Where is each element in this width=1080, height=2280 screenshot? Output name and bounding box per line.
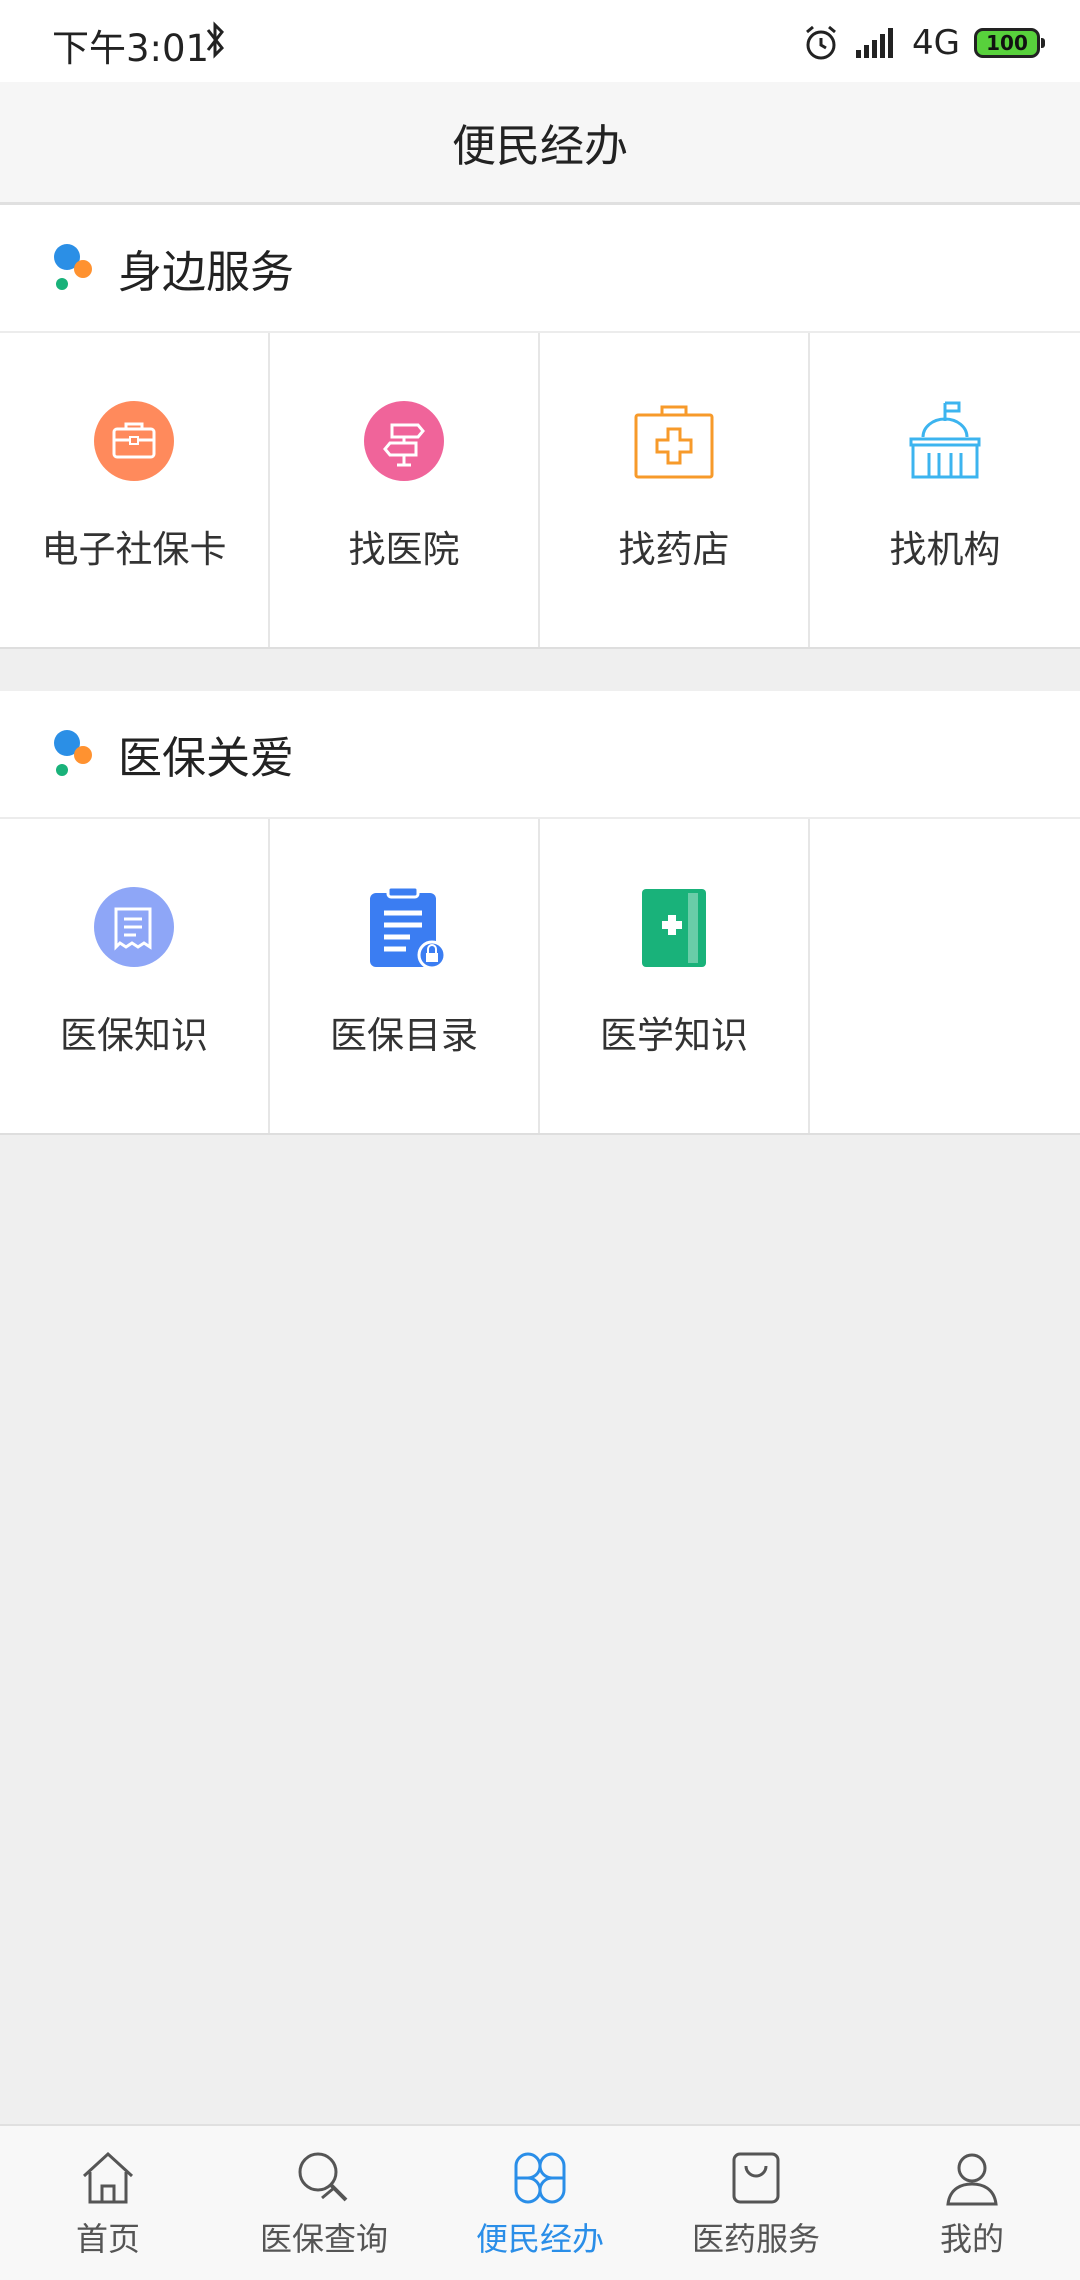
medical-book-icon bbox=[642, 889, 706, 967]
bluetooth-icon bbox=[206, 21, 224, 59]
service-item-find-pharmacy[interactable]: 找药店 bbox=[540, 333, 810, 647]
signpost-icon bbox=[364, 401, 444, 481]
signal-icon bbox=[856, 28, 894, 58]
section-dots-icon bbox=[54, 730, 94, 778]
service-label: 找医院 bbox=[348, 528, 460, 571]
status-bar: 下午3:01 4G 100 bbox=[0, 0, 1080, 82]
page-title: 便民经办 bbox=[452, 121, 628, 172]
section-title: 身边服务 bbox=[118, 247, 294, 298]
service-label: 找药店 bbox=[618, 528, 730, 571]
tab-label: 我的 bbox=[939, 2220, 1004, 2258]
service-item-medical-knowledge[interactable]: 医学知识 bbox=[540, 819, 810, 1133]
battery-icon: 100 bbox=[974, 28, 1045, 58]
bottom-tab-bar: 首页 医保查询 便民经办 医药服务 我的 bbox=[0, 2124, 1080, 2280]
service-label: 医保知识 bbox=[60, 1014, 208, 1057]
service-item-insurance-catalog[interactable]: 医保目录 bbox=[270, 819, 540, 1133]
apps-grid-icon bbox=[514, 2152, 566, 2204]
service-item-find-institution[interactable]: 找机构 bbox=[810, 333, 1080, 647]
tab-label: 首页 bbox=[75, 2220, 140, 2258]
shopping-bag-icon bbox=[732, 2152, 780, 2204]
service-item-find-hospital[interactable]: 找医院 bbox=[270, 333, 540, 647]
section-title: 医保关爱 bbox=[118, 733, 294, 784]
service-label: 医保目录 bbox=[330, 1014, 478, 1057]
service-label: 找机构 bbox=[889, 528, 1001, 571]
search-icon bbox=[298, 2152, 348, 2202]
tab-label: 便民经办 bbox=[475, 2220, 604, 2258]
section-nearby-services: 身边服务 电子社保卡 找医院 找药店 找机构 bbox=[0, 205, 1080, 649]
service-grid: 电子社保卡 找医院 找药店 找机构 bbox=[0, 333, 1080, 649]
empty-grid-cell bbox=[810, 819, 1080, 1133]
service-item-social-security-card[interactable]: 电子社保卡 bbox=[0, 333, 270, 647]
status-time: 下午3:01 bbox=[52, 27, 210, 70]
first-aid-kit-icon bbox=[634, 405, 714, 479]
home-icon bbox=[82, 2151, 134, 2204]
section-header: 身边服务 bbox=[0, 205, 1080, 333]
care-grid: 医保知识 医保目录 医学知识 bbox=[0, 819, 1080, 1135]
network-type: 4G bbox=[912, 23, 960, 63]
tab-label: 医药服务 bbox=[691, 2220, 820, 2258]
service-label: 医学知识 bbox=[600, 1014, 748, 1057]
document-icon bbox=[94, 887, 174, 967]
service-item-insurance-knowledge[interactable]: 医保知识 bbox=[0, 819, 270, 1133]
user-icon bbox=[946, 2153, 998, 2206]
section-header: 医保关爱 bbox=[0, 691, 1080, 819]
tab-label: 医保查询 bbox=[259, 2220, 388, 2258]
building-icon bbox=[909, 401, 981, 479]
tab-mine[interactable]: 我的 bbox=[864, 2126, 1080, 2280]
clipboard-icon bbox=[370, 885, 446, 969]
tab-insurance-query[interactable]: 医保查询 bbox=[216, 2126, 432, 2280]
tab-medicine-services[interactable]: 医药服务 bbox=[648, 2126, 864, 2280]
section-medical-insurance-care: 医保关爱 医保知识 医保目录 医学知识 bbox=[0, 691, 1080, 1135]
battery-level: 100 bbox=[986, 31, 1028, 55]
service-label: 电子社保卡 bbox=[41, 528, 227, 571]
tab-convenience-services[interactable]: 便民经办 bbox=[432, 2126, 648, 2280]
tab-home[interactable]: 首页 bbox=[0, 2126, 216, 2280]
section-dots-icon bbox=[54, 244, 94, 292]
briefcase-icon bbox=[94, 401, 174, 481]
navigation-bar: 便民经办 bbox=[0, 82, 1080, 205]
alarm-icon bbox=[806, 25, 836, 60]
